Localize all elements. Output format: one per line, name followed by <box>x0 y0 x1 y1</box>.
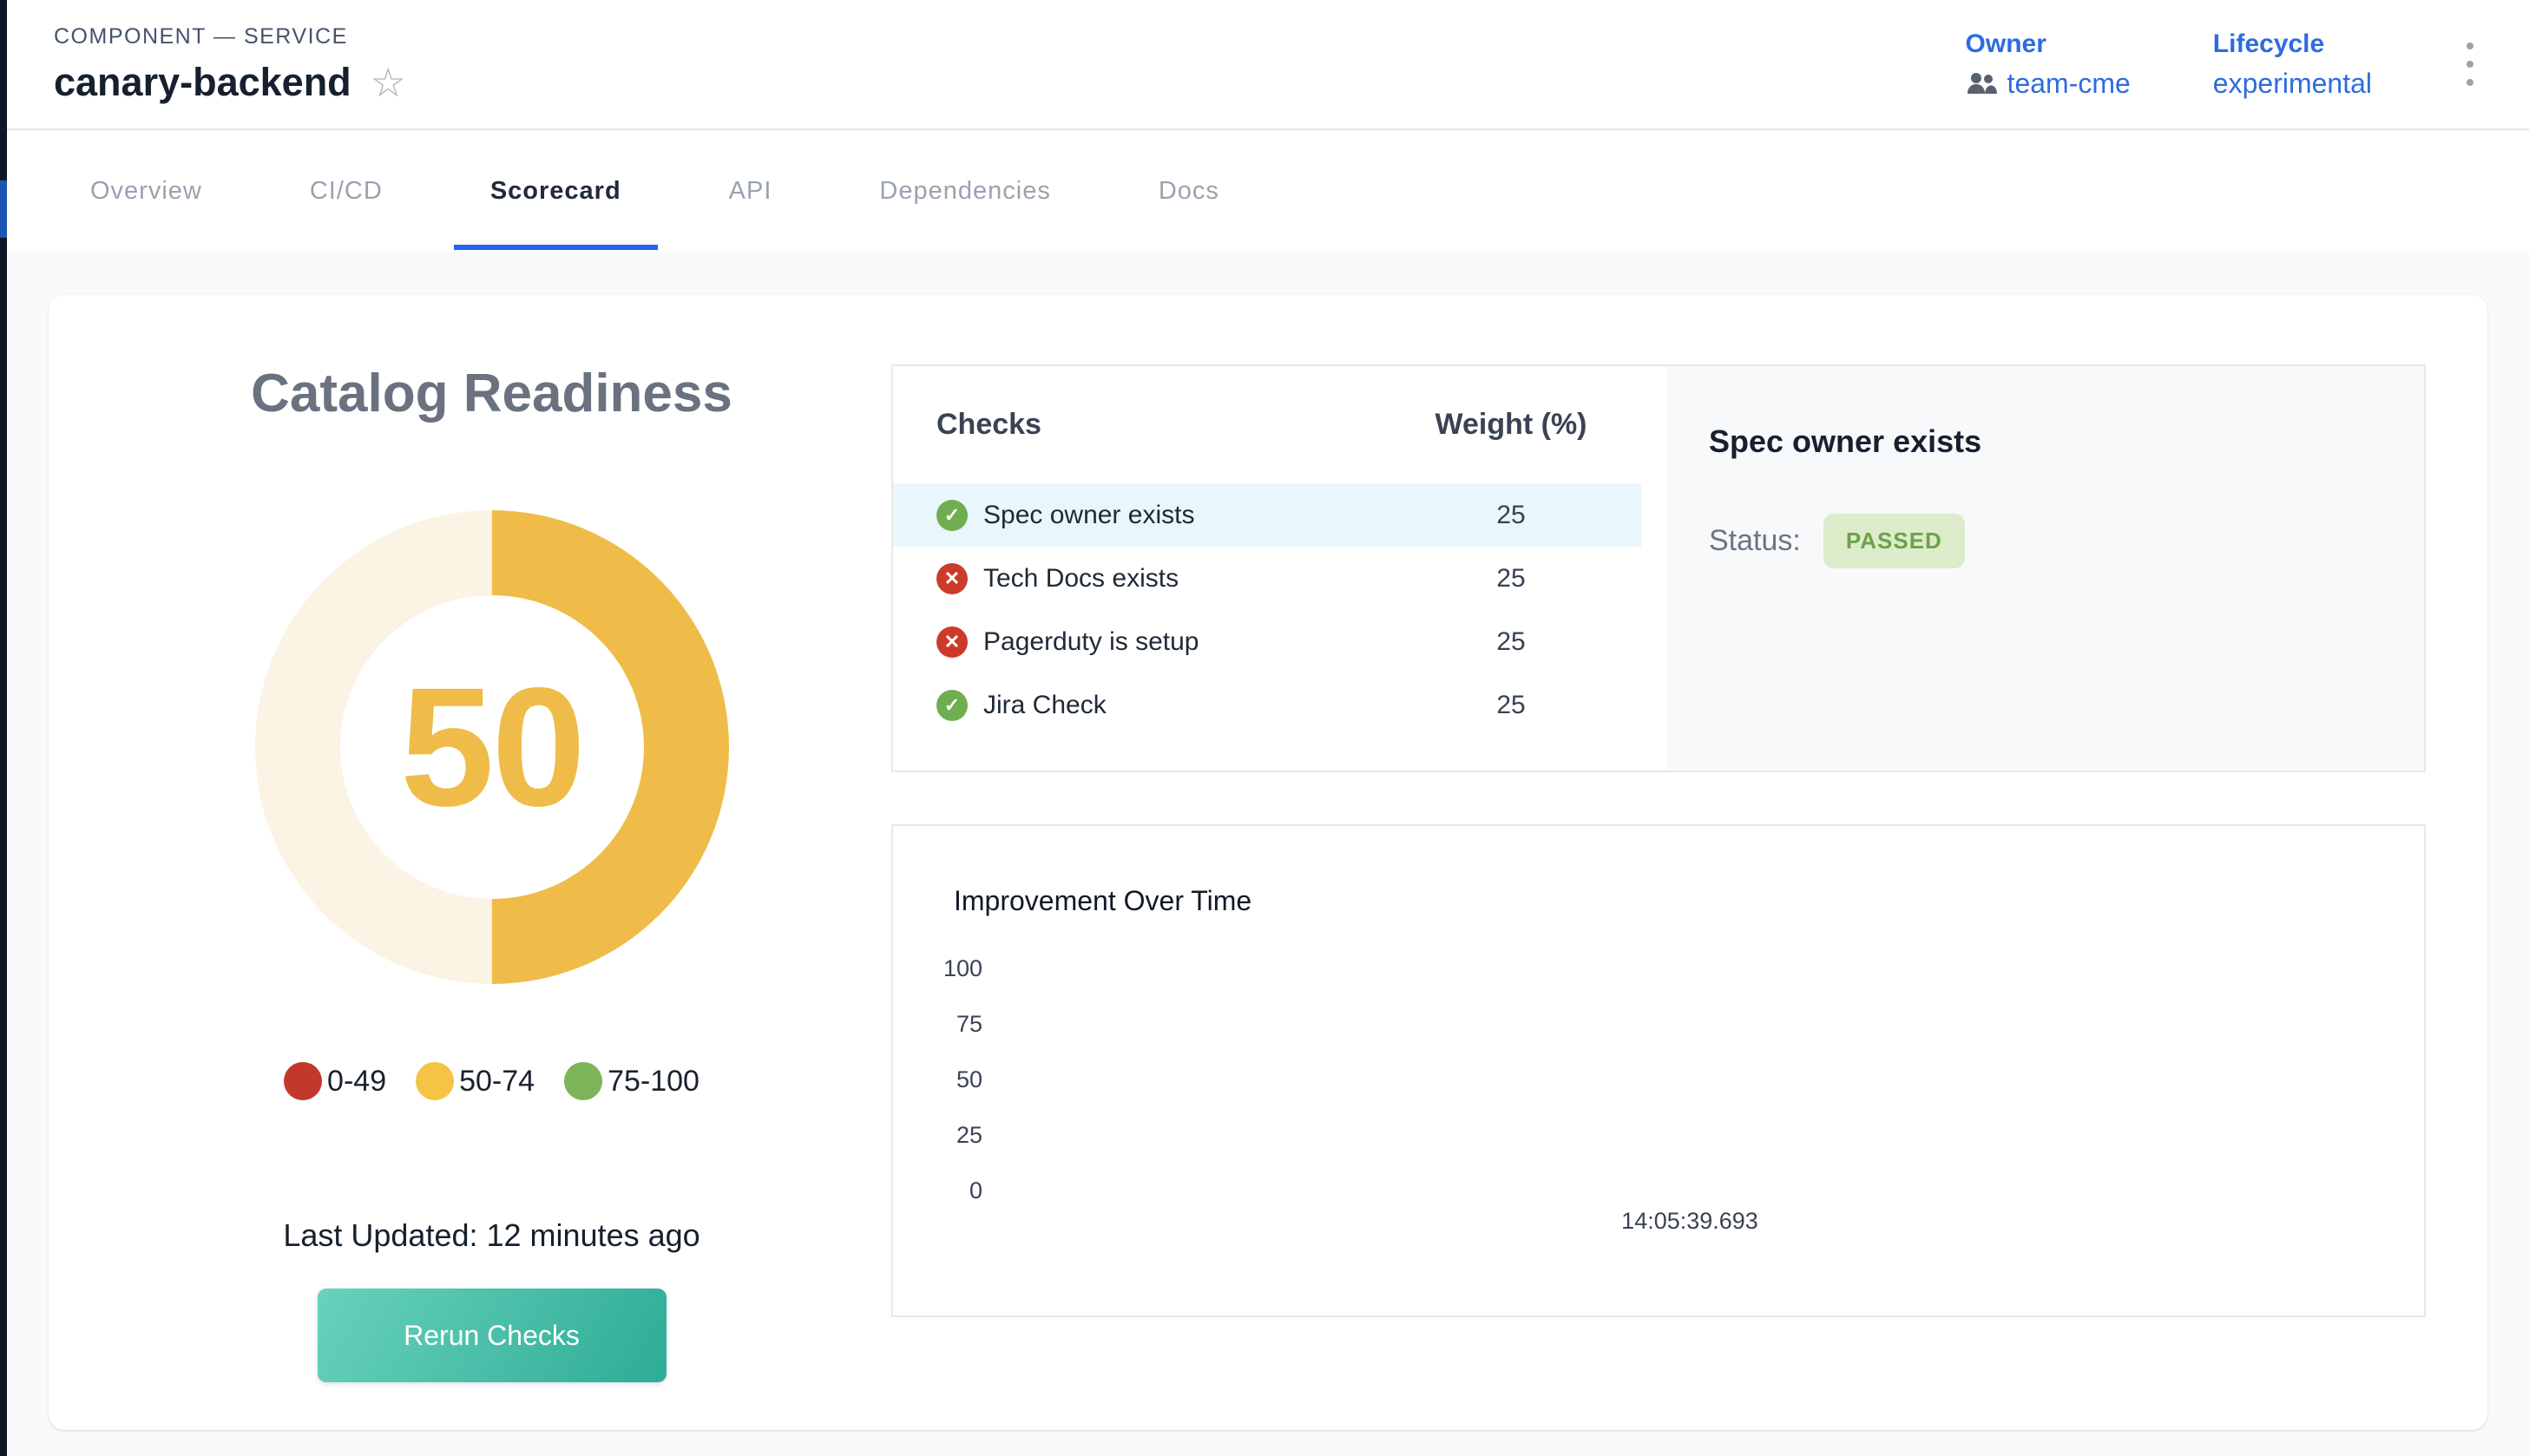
scorecard-page: Catalog Readiness 50 0-49 50-74 75-100 <box>7 252 2529 1456</box>
legend-item-high: 75-100 <box>564 1062 700 1100</box>
checks-panel: Checks Weight (%) Spec owner exists 25 T… <box>891 364 2426 772</box>
lifecycle-label: Lifecycle <box>2213 30 2372 59</box>
entity-header: COMPONENT — SERVICE canary-backend ☆ Own… <box>7 0 2529 130</box>
lifecycle-value: experimental <box>2213 68 2372 100</box>
y-axis-tick: 75 <box>893 1011 982 1038</box>
last-updated-text: Last Updated: 12 minutes ago <box>92 1217 891 1254</box>
weight-column-header: Weight (%) <box>1407 408 1615 442</box>
checks-column-header: Checks <box>936 408 1407 442</box>
score-gauge: 50 <box>255 510 729 984</box>
improvement-chart-panel: Improvement Over Time 100 75 50 25 0 14:… <box>891 824 2426 1317</box>
legend-item-low: 0-49 <box>284 1062 386 1100</box>
y-axis-tick: 0 <box>893 1177 982 1204</box>
owner-label: Owner <box>1966 30 2131 59</box>
breadcrumb: COMPONENT — SERVICE <box>54 24 406 49</box>
tab-scorecard[interactable]: Scorecard <box>437 130 675 252</box>
tab-overview[interactable]: Overview <box>36 130 256 252</box>
details-section: Checks Weight (%) Spec owner exists 25 T… <box>891 295 2487 1430</box>
rerun-checks-button[interactable]: Rerun Checks <box>318 1289 667 1382</box>
checks-table: Checks Weight (%) Spec owner exists 25 T… <box>893 366 1641 771</box>
x-circle-icon <box>936 563 968 594</box>
checks-table-header: Checks Weight (%) <box>893 366 1641 483</box>
score-legend: 0-49 50-74 75-100 <box>92 1062 891 1100</box>
tab-cicd[interactable]: CI/CD <box>256 130 437 252</box>
check-row-jira[interactable]: Jira Check 25 <box>893 673 1641 737</box>
tab-docs[interactable]: Docs <box>1105 130 1273 252</box>
check-row-tech-docs[interactable]: Tech Docs exists 25 <box>893 547 1641 610</box>
gauge-section: Catalog Readiness 50 0-49 50-74 75-100 <box>49 295 891 1430</box>
status-badge: PASSED <box>1823 514 1965 568</box>
check-detail-title: Spec owner exists <box>1709 423 2424 460</box>
red-dot-icon <box>284 1062 322 1100</box>
legend-item-mid: 50-74 <box>416 1062 535 1100</box>
favorite-star-icon[interactable]: ☆ <box>371 62 406 102</box>
check-circle-icon <box>936 500 968 531</box>
x-circle-icon <box>936 626 968 658</box>
amber-dot-icon <box>416 1062 454 1100</box>
team-icon <box>1966 71 1997 95</box>
owner-link[interactable]: team-cme <box>1966 68 2131 100</box>
owner-block: Owner team-cme <box>1966 30 2131 100</box>
y-axis-tick: 100 <box>893 955 982 982</box>
check-row-spec-owner[interactable]: Spec owner exists 25 <box>893 483 1641 547</box>
gauge-title: Catalog Readiness <box>92 364 891 423</box>
check-detail-panel: Spec owner exists Status: PASSED <box>1667 366 2424 771</box>
tab-api[interactable]: API <box>675 130 826 252</box>
page-title: canary-backend <box>54 60 351 105</box>
chart-title: Improvement Over Time <box>954 885 1251 917</box>
entity-tabs: Overview CI/CD Scorecard API Dependencie… <box>7 130 2529 252</box>
green-dot-icon <box>564 1062 602 1100</box>
scorecard-card: Catalog Readiness 50 0-49 50-74 75-100 <box>49 295 2487 1430</box>
score-value: 50 <box>400 650 583 844</box>
check-row-pagerduty[interactable]: Pagerduty is setup 25 <box>893 610 1641 673</box>
collapsed-nav-rail[interactable] <box>0 0 7 1456</box>
check-circle-icon <box>936 690 968 721</box>
x-axis-tick: 14:05:39.693 <box>1621 1208 1758 1235</box>
status-label: Status: <box>1709 524 1801 558</box>
kebab-menu-icon[interactable] <box>2454 34 2486 95</box>
active-nav-indicator <box>0 180 7 238</box>
owner-value: team-cme <box>2007 68 2131 100</box>
tab-dependencies[interactable]: Dependencies <box>825 130 1104 252</box>
y-axis-tick: 25 <box>893 1122 982 1149</box>
y-axis-tick: 50 <box>893 1066 982 1093</box>
lifecycle-block: Lifecycle experimental <box>2213 30 2372 100</box>
